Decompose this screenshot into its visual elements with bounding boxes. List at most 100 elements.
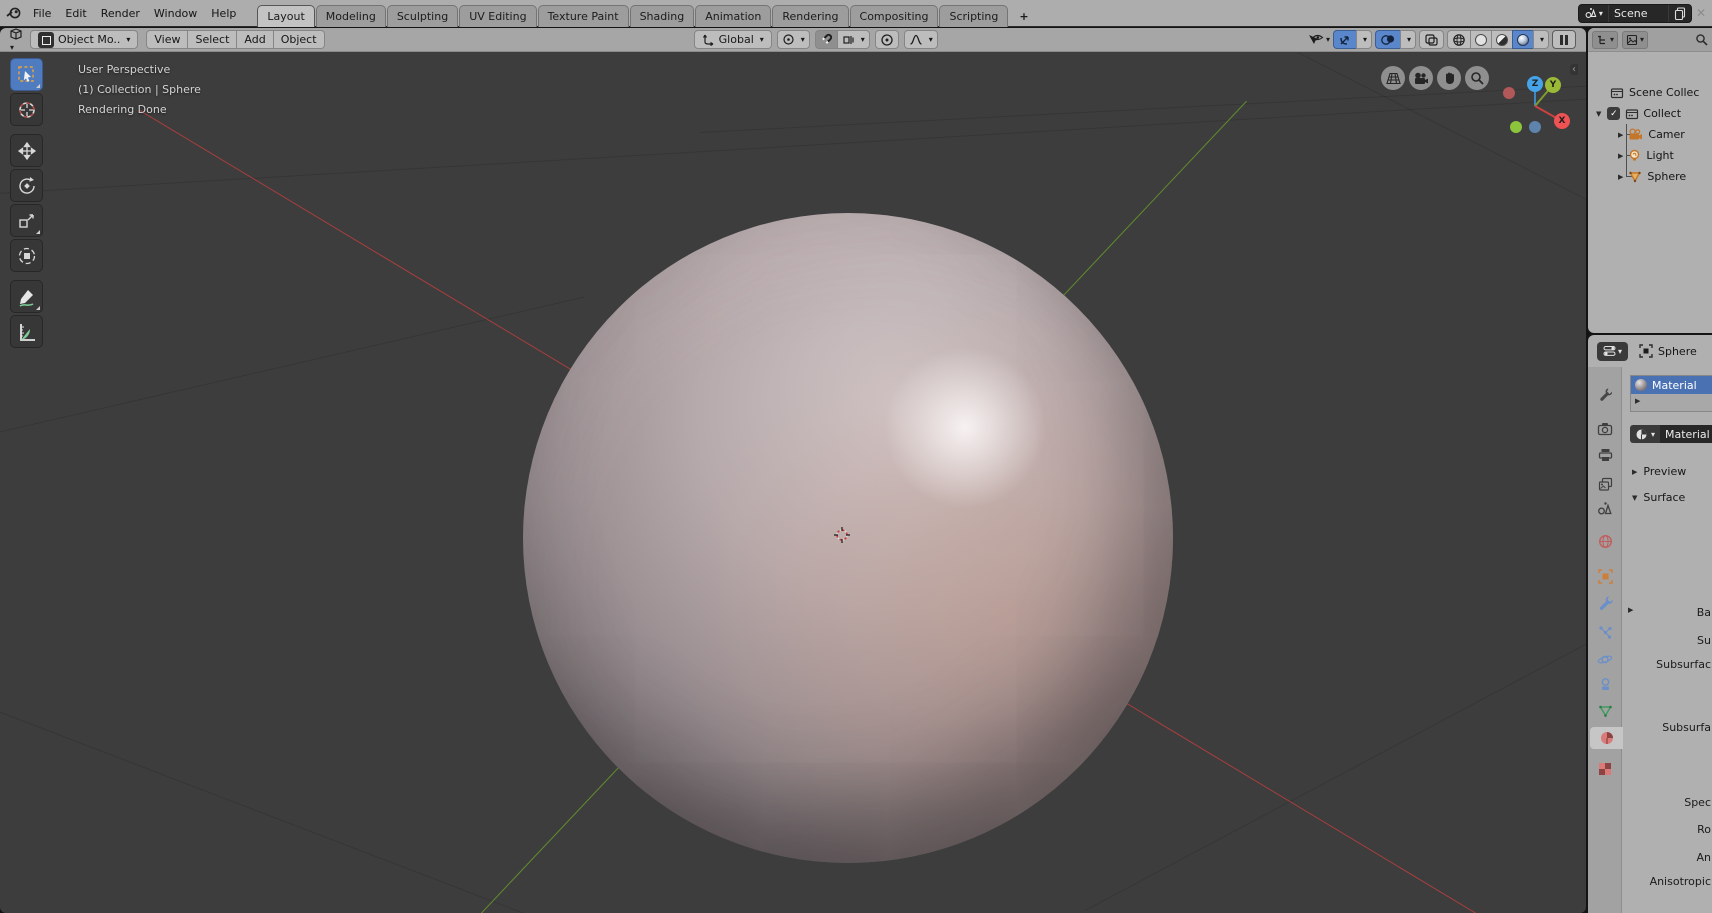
tab-constraints[interactable] [1594,673,1616,695]
properties-editor-type-button[interactable] [1597,342,1628,361]
tab-render[interactable] [1594,418,1616,440]
expand-triangle-icon[interactable]: ▶ [1618,152,1623,160]
collection-checkbox[interactable]: ✓ [1607,107,1620,120]
transform-orientation-dropdown[interactable]: Global [694,30,772,49]
scene-browse-button[interactable] [1579,5,1608,22]
scene-name-field[interactable]: Scene [1608,5,1668,22]
transform-tool[interactable] [10,239,43,272]
tab-compositing[interactable]: Compositing [850,5,939,27]
expand-triangle-icon[interactable]: ▶ [1618,173,1623,181]
outliner-display-mode-dropdown[interactable] [1592,31,1618,49]
tab-physics[interactable] [1594,648,1616,670]
sidebar-collapse-chevron[interactable]: ‹ [1570,64,1578,75]
menu-object[interactable]: Object [273,30,325,49]
shading-solid-button[interactable] [1470,30,1491,49]
slot-specials-arrow[interactable]: ▶ [1635,397,1712,405]
shading-rendered-button[interactable] [1512,30,1533,49]
pan-view-button[interactable] [1437,66,1461,90]
cursor-tool[interactable] [10,93,43,126]
snap-toggle[interactable] [815,30,837,49]
material-slot-list[interactable]: Material ▶ [1630,375,1712,412]
shading-dropdown[interactable] [1533,30,1549,49]
pivot-point-dropdown[interactable] [777,30,810,49]
tab-object-data[interactable] [1594,700,1616,722]
tab-material[interactable] [1590,727,1623,749]
new-scene-icon[interactable] [1668,5,1691,22]
tab-texture[interactable] [1594,758,1616,780]
menu-add[interactable]: Add [236,30,272,49]
material-name-field[interactable]: Material [1660,425,1712,443]
editor-type-button[interactable] [8,26,24,54]
axis-y-ball[interactable]: Y [1545,77,1561,93]
axis-neg-z-ball[interactable] [1529,121,1541,133]
camera-view-button[interactable] [1409,66,1433,90]
menu-render[interactable]: Render [94,5,147,22]
material-slot-row[interactable]: Material [1631,376,1712,394]
shading-material-button[interactable] [1491,30,1512,49]
tab-scene[interactable] [1594,497,1616,519]
gizmos-dropdown[interactable] [1356,30,1372,49]
move-tool[interactable] [10,134,43,167]
menu-file[interactable]: File [26,5,58,22]
tab-sculpting[interactable]: Sculpting [387,5,458,27]
surface-panel-header[interactable]: ▼ Surface [1632,491,1685,504]
tab-animation[interactable]: Animation [695,5,771,27]
browse-material-button[interactable] [1630,425,1660,443]
tab-scripting[interactable]: Scripting [939,5,1008,27]
shading-wireframe-button[interactable] [1447,30,1470,49]
measure-tool[interactable] [10,315,43,348]
perspective-toggle-button[interactable] [1381,66,1405,90]
outliner-row-scene-collection[interactable]: Scene Collec [1588,82,1712,103]
tab-layout[interactable]: Layout [257,5,314,27]
expand-triangle-icon[interactable]: ▶ [1618,131,1623,139]
tab-modeling[interactable]: Modeling [316,5,386,27]
menu-select[interactable]: Select [187,30,236,49]
snap-settings-dropdown[interactable] [837,30,870,49]
axis-neg-x-ball[interactable] [1503,87,1515,99]
overlays-toggle[interactable] [1375,30,1400,49]
tab-shading[interactable]: Shading [630,5,695,27]
base-color-expand-arrow[interactable]: ▶ [1628,606,1633,614]
gizmos-toggle[interactable] [1333,30,1356,49]
rotate-tool[interactable] [10,169,43,202]
zoom-view-button[interactable] [1465,66,1489,90]
tab-output[interactable] [1594,444,1616,466]
outliner-row-sphere[interactable]: ▶ Sphere [1588,166,1712,187]
axis-x-ball[interactable]: X [1554,113,1570,129]
axis-z-ball[interactable]: Z [1527,76,1543,92]
outliner-row-camera[interactable]: ▶ Camer [1588,124,1712,145]
tab-particles[interactable] [1594,621,1616,643]
menu-view[interactable]: View [146,30,187,49]
tab-texture-paint[interactable]: Texture Paint [538,5,629,27]
annotate-tool[interactable] [10,280,43,313]
tab-object[interactable] [1594,565,1616,587]
proportional-falloff-dropdown[interactable] [904,30,938,49]
render-pause-button[interactable] [1552,30,1576,49]
axis-navigation-gizmo[interactable]: Z Y X [1500,71,1570,141]
axis-neg-y-ball[interactable] [1510,121,1522,133]
cursor-3d-icon[interactable] [834,527,850,543]
proportional-editing-toggle[interactable] [875,30,899,49]
menu-help[interactable]: Help [204,5,243,22]
menu-edit[interactable]: Edit [58,5,93,22]
blender-logo-icon[interactable] [6,6,22,20]
collapse-triangle-icon[interactable]: ▼ [1596,110,1601,118]
object-visibility-dropdown[interactable] [1307,33,1330,46]
outliner-filter-dropdown[interactable] [1622,31,1648,49]
tab-world[interactable] [1594,530,1616,552]
tab-view-layer[interactable] [1594,473,1616,495]
tab-modifiers[interactable] [1594,591,1616,613]
add-workspace-button[interactable]: + [1009,5,1038,27]
tab-rendering[interactable]: Rendering [772,5,848,27]
tab-tool[interactable] [1594,383,1616,405]
outliner-search-icon[interactable] [1695,33,1708,46]
scale-tool[interactable] [10,204,43,237]
xray-toggle[interactable] [1419,30,1444,49]
menu-window[interactable]: Window [147,5,204,22]
unlink-scene-icon[interactable]: ✕ [1696,6,1706,20]
preview-panel-header[interactable]: ▶ Preview [1632,465,1686,478]
overlays-dropdown[interactable] [1400,30,1416,49]
outliner-row-light[interactable]: ▶ Light [1588,145,1712,166]
tab-uv-editing[interactable]: UV Editing [459,5,536,27]
viewport-canvas[interactable]: User Perspective (1) Collection | Sphere… [0,52,1586,913]
